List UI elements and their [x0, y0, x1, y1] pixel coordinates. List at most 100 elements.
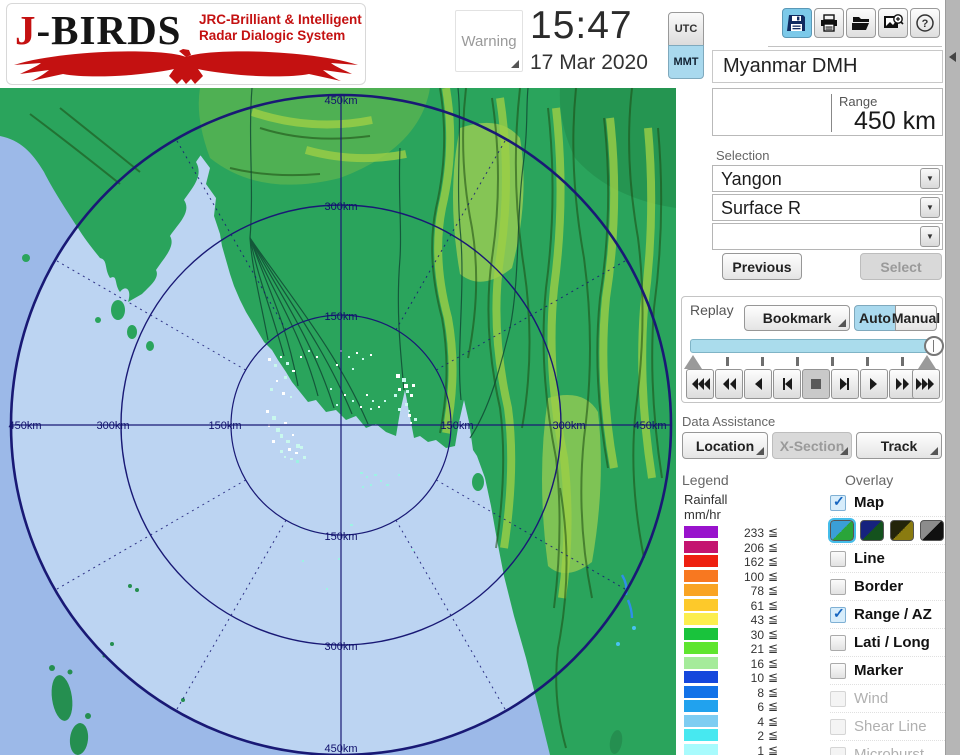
legend-color-swatch [684, 671, 718, 683]
legend-color-swatch [684, 613, 718, 625]
panel-collapse-strip[interactable] [945, 0, 960, 755]
site-dropdown[interactable]: Yangon ▼ [712, 165, 943, 192]
legend-leq-symbol: ≦ [768, 597, 779, 612]
menu-corner-icon [838, 319, 846, 327]
timeline-thumb[interactable] [924, 336, 944, 356]
help-icon: ? [916, 14, 934, 32]
mmt-button[interactable]: MMT [668, 45, 704, 79]
capture-zoom-button[interactable] [878, 8, 908, 38]
select-button[interactable]: Select [860, 253, 942, 280]
ring-label-300-top: 300km [324, 201, 357, 213]
overlay-item-range-az[interactable]: Range / AZ [830, 601, 945, 629]
legend-value: 6 [757, 700, 764, 714]
skip-forward-fast-button[interactable] [912, 369, 940, 399]
manual-button[interactable]: Manual [892, 305, 940, 331]
legend-color-swatch [684, 656, 718, 669]
play-backward-icon [755, 378, 762, 390]
checkbox-icon[interactable] [830, 634, 846, 651]
overlay-section-label: Overlay [845, 472, 894, 488]
help-button[interactable]: ? [910, 8, 940, 38]
product-dropdown[interactable]: Surface R ▼ [712, 194, 943, 221]
legend-unit-line2: mm/hr [684, 507, 721, 522]
checkbox-icon[interactable] [830, 550, 846, 567]
station-name: Myanmar DMH [723, 55, 858, 77]
replay-group: Replay Bookmark Auto Manual [681, 296, 944, 403]
map-style-terrain-swatch[interactable] [828, 518, 856, 543]
previous-button[interactable]: Previous [722, 253, 802, 280]
ring-label-300-right: 300km [552, 420, 585, 432]
stop-button[interactable] [802, 369, 830, 399]
skip-backward-fast-button[interactable] [686, 369, 714, 399]
jbirds-application: J-BIRDS JRC-Brilliant & Intelligent Rada… [0, 0, 960, 755]
overlay-item-label: Marker [854, 662, 904, 679]
overlay-item-label: Shear Line [854, 718, 927, 735]
legend-leq-symbol: ≦ [768, 713, 779, 728]
overlay-item-marker[interactable]: Marker [830, 657, 945, 685]
overlay-item-shear-line: Shear Line [830, 713, 945, 741]
track-button[interactable]: Track [856, 432, 942, 459]
timeline-start-marker[interactable] [684, 355, 702, 369]
legend-value: 162 [743, 555, 764, 569]
checkbox-checked-icon[interactable] [830, 493, 846, 511]
auto-button[interactable]: Auto [854, 305, 896, 331]
ring-label-300-left: 300km [96, 420, 129, 432]
legend-row: 162 ≦ [684, 554, 804, 569]
logo-subtitle-line1: JRC-Brilliant & Intelligent [199, 12, 362, 27]
legend-row: 16 ≦ [684, 656, 804, 671]
checkbox-icon[interactable] [830, 578, 846, 595]
clock-date: 17 Mar 2020 [530, 51, 648, 74]
ring-label-300-bottom: 300km [324, 641, 357, 653]
legend-row: 8 ≦ [684, 685, 804, 700]
timeline-tick [726, 357, 729, 366]
warning-label: Warning [461, 32, 517, 50]
legend-row: 10 ≦ [684, 670, 804, 685]
legend-value: 61 [750, 598, 764, 613]
step-first-button[interactable] [773, 369, 801, 399]
bookmark-button[interactable]: Bookmark [744, 305, 850, 331]
checkbox-disabled-icon [830, 718, 846, 735]
checkbox-icon[interactable] [830, 662, 846, 679]
xsection-button[interactable]: X-Section [772, 432, 852, 459]
ring-label-450-top: 450km [324, 95, 357, 107]
overlay-item-map[interactable]: Map [830, 489, 945, 517]
play-backward-button[interactable] [744, 369, 772, 399]
control-panel: Range 450 km Selection Yangon ▼ Surface … [676, 88, 945, 755]
timeline-tick [866, 357, 869, 366]
play-forward-button[interactable] [860, 369, 888, 399]
location-button[interactable]: Location [682, 432, 768, 459]
legend-unit-line1: Rainfall [684, 492, 728, 507]
map-style-dark-swatch[interactable] [860, 520, 884, 541]
print-button[interactable] [814, 8, 844, 38]
overlay-item-border[interactable]: Border [830, 573, 945, 601]
ring-label-150-right: 150km [440, 420, 473, 432]
legend-color-swatch [684, 729, 718, 741]
legend-color-swatch [684, 685, 718, 698]
capture-icon [884, 14, 904, 28]
save-icon [787, 15, 805, 31]
step-last-button[interactable] [831, 369, 859, 399]
timeline-tick [901, 357, 904, 366]
legend-value: 1 [757, 743, 764, 755]
chevron-down-icon[interactable]: ▼ [920, 168, 940, 189]
overlay-item-lati-long[interactable]: Lati / Long [830, 629, 945, 657]
utc-button[interactable]: UTC [668, 12, 704, 46]
map-style-olive-swatch[interactable] [890, 520, 914, 541]
skip-backward-button[interactable] [715, 369, 743, 399]
legend-color-swatch [684, 714, 718, 727]
replay-timeline-slider[interactable] [690, 336, 944, 356]
checkbox-checked-icon[interactable] [830, 605, 846, 623]
map-style-gray-swatch[interactable] [920, 520, 944, 541]
warning-button[interactable]: Warning [455, 10, 523, 72]
auto-label: Auto [859, 310, 891, 326]
save-button[interactable] [782, 8, 812, 38]
open-folder-button[interactable] [846, 8, 876, 38]
overlay-item-line[interactable]: Line [830, 545, 945, 573]
chevron-down-icon[interactable]: ▼ [920, 226, 940, 247]
radar-map[interactable]: 450km 300km 150km 150km 300km 450km 450k… [0, 88, 676, 755]
option-dropdown[interactable]: ▼ [712, 223, 943, 250]
ring-label-150-bottom: 150km [324, 531, 357, 543]
chevron-down-icon[interactable]: ▼ [920, 197, 940, 218]
timeline-end-marker[interactable] [918, 355, 936, 369]
legend-leq-symbol: ≦ [768, 684, 779, 699]
legend-color-swatch [684, 743, 718, 755]
